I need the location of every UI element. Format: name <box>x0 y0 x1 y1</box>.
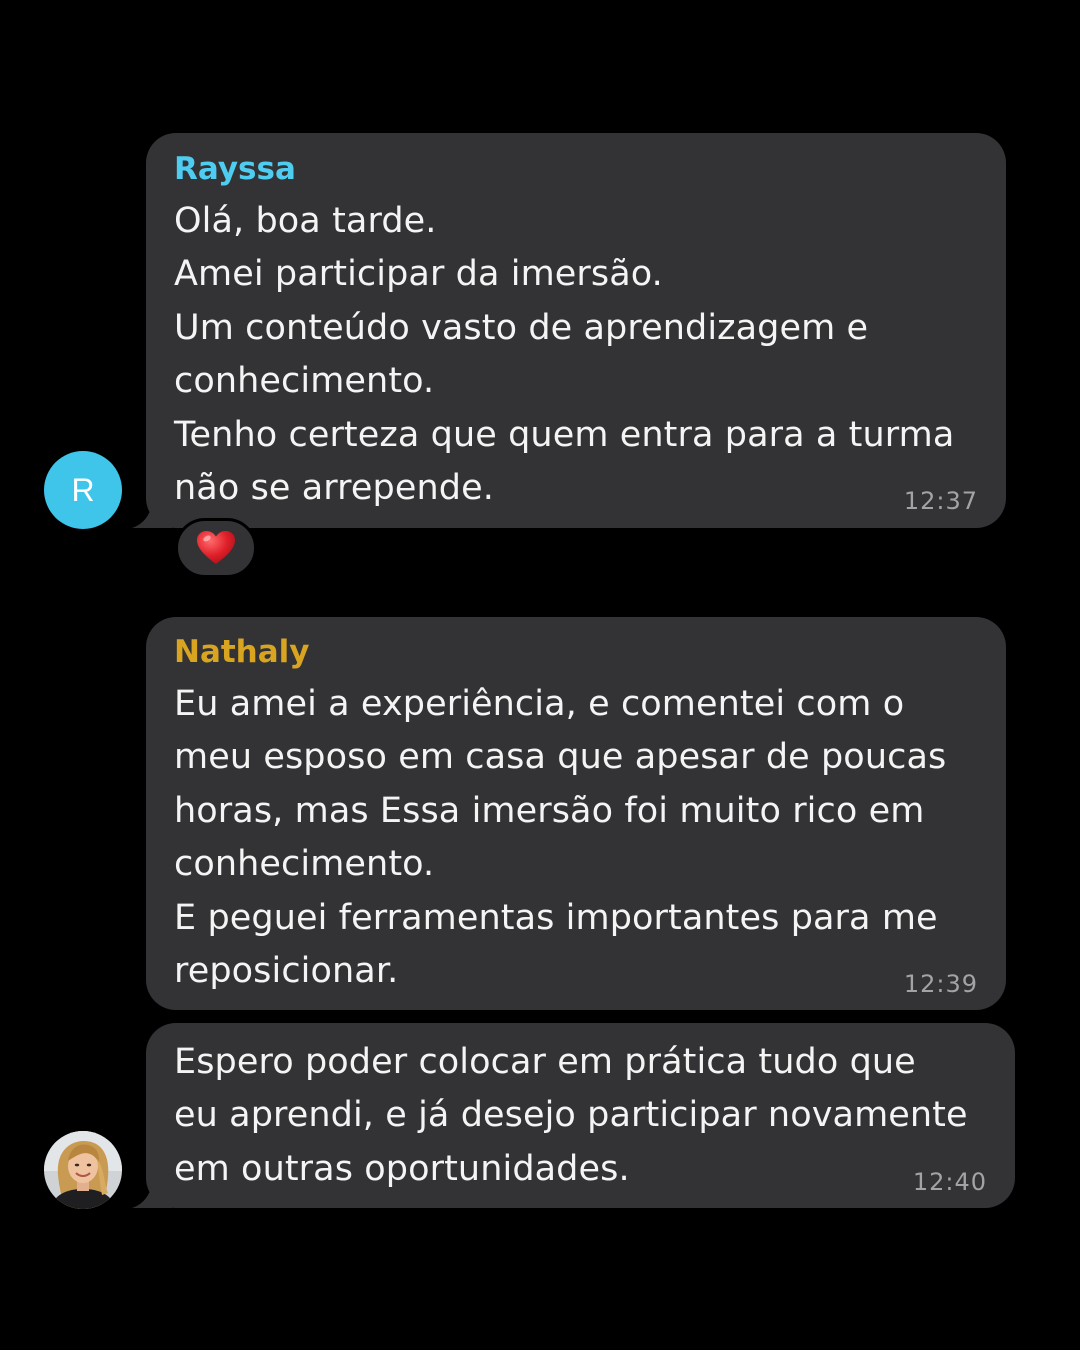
message-bubble-rayssa[interactable]: Rayssa Olá, boa tarde. Amei participar d… <box>132 133 1006 528</box>
message-line: Um conteúdo vasto de aprendizagem e <box>174 308 869 348</box>
red-heart-icon <box>197 531 235 564</box>
message-line: Amei participar da imersão. <box>174 254 663 294</box>
message-line: Tenho certeza que quem entra para a turm… <box>174 415 955 455</box>
message-line: eu aprendi, e já desejo participar novam… <box>174 1095 968 1135</box>
message-line: conhecimento. <box>174 361 435 401</box>
message-time: 12:37 <box>903 487 978 515</box>
message-line: meu esposo em casa que apesar de poucas <box>174 737 947 777</box>
message-line: Olá, boa tarde. <box>174 201 437 241</box>
message-time: 12:39 <box>903 970 978 998</box>
message-line: Espero poder colocar em prática tudo que <box>174 1042 916 1082</box>
avatar-photo[interactable] <box>44 1131 122 1209</box>
message-line: conhecimento. <box>174 844 435 884</box>
avatar[interactable]: R <box>44 451 122 529</box>
bubble-tail <box>132 1174 172 1208</box>
message-bubble-nathaly-2[interactable]: Espero poder colocar em prática tudo que… <box>132 1023 1015 1208</box>
message-line: em outras oportunidades. <box>174 1149 630 1189</box>
message-line: Eu amei a experiência, e comentei com o <box>174 684 905 724</box>
message-line: reposicionar. <box>174 951 399 991</box>
avatar-initial: R <box>71 472 95 508</box>
message-line: não se arrepende. <box>174 468 494 508</box>
message-line: E peguei ferramentas importantes para me <box>174 898 938 938</box>
sender-name[interactable]: Nathaly <box>174 632 310 672</box>
message-bubble-nathaly[interactable]: Nathaly Eu amei a experiência, e comente… <box>146 617 1006 1010</box>
sender-name[interactable]: Rayssa <box>174 149 296 189</box>
reaction-badge[interactable] <box>175 518 257 578</box>
bubble-tail <box>132 494 172 528</box>
profile-photo-icon <box>44 1131 122 1209</box>
message-time: 12:40 <box>912 1168 987 1196</box>
message-line: horas, mas Essa imersão foi muito rico e… <box>174 791 925 831</box>
